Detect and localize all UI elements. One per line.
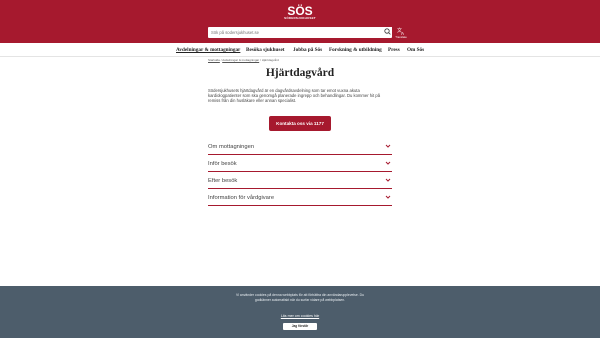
nav-item-jobba[interactable]: Jobba på Sös [293,47,322,53]
main-nav: Avdelningar & mottagningar Besöka sjukhu… [0,43,600,57]
logo-wordmark: SÖDERSJUKHUSET [284,16,316,20]
chevron-down-icon [385,144,391,148]
translate-label[interactable]: Translate [393,35,409,39]
nav-item-besoka[interactable]: Besöka sjukhuset [246,47,285,53]
contact-1177-button[interactable]: Kontakta oss via 1177 [269,116,331,131]
breadcrumb-current: Hjärtdagvård [261,58,279,62]
accordion-information-vardgivare[interactable]: Information för vårdgivare [208,190,392,206]
search-box [208,27,392,38]
accordion-efter-besok[interactable]: Efter besök [208,173,392,189]
nav-item-om-sos[interactable]: Om Sös [407,47,424,53]
accordion-infor-besok[interactable]: Inför besök [208,156,392,172]
chevron-down-icon [385,178,391,182]
cookie-read-more-link[interactable]: Läs mer om cookies här [230,314,370,318]
accordion-label: Om mottagningen [208,144,255,150]
cookie-accept-button[interactable]: Jag förstår [283,323,317,330]
accordion-label: Information för vårdgivare [208,195,275,201]
intro-text: Södersjukhusets hjärtdagvård är en dagvå… [208,88,381,103]
accordion-label: Efter besök [208,178,238,184]
search-label: Sök [385,35,390,38]
nav-item-press[interactable]: Press [388,47,400,53]
translate-icon[interactable]: 文 A [397,27,406,35]
chevron-down-icon [385,161,391,165]
nav-item-forskning[interactable]: Forskning & utbildning [329,47,382,53]
page-title: Hjärtdagvård [265,67,335,79]
breadcrumb: Startsida / Avdelningar & mottagningar /… [208,58,279,62]
accordion-label: Inför besök [208,161,237,167]
accordion-om-mottagningen[interactable]: Om mottagningen [208,139,392,155]
chevron-down-icon [385,195,391,199]
cookie-text: Vi använder cookies på denna webbplats f… [236,293,364,302]
breadcrumb-startsida[interactable]: Startsida [208,58,220,62]
search-input[interactable] [208,27,384,38]
nav-item-avdelningar[interactable]: Avdelningar & mottagningar [176,47,240,53]
breadcrumb-avdelningar[interactable]: Avdelningar & mottagningar [222,58,259,62]
